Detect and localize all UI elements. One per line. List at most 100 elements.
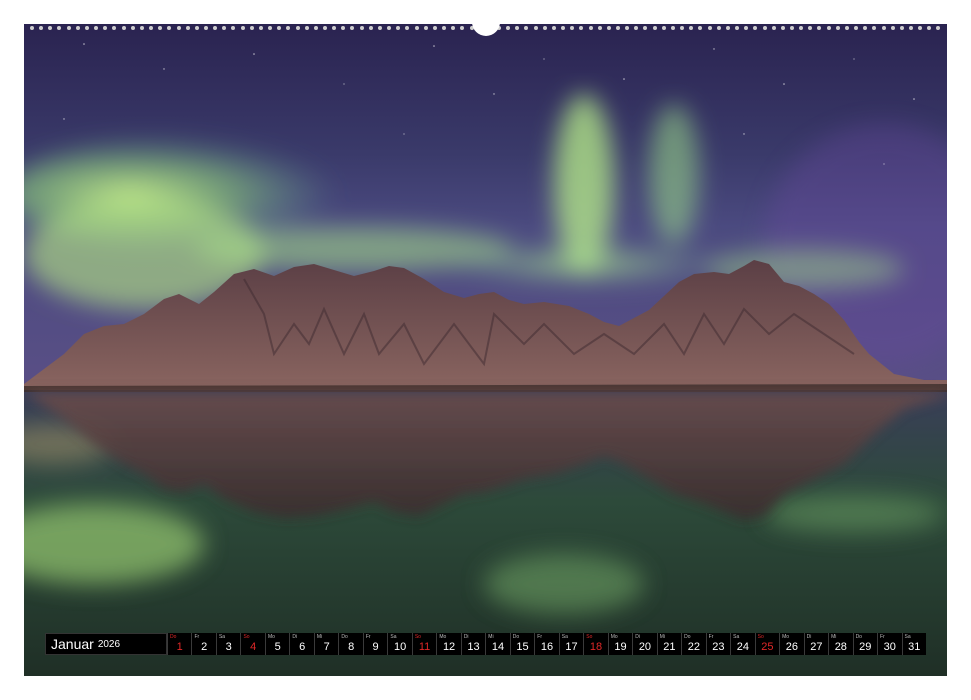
day-number: 19 [614,641,627,653]
day-number: 24 [736,641,749,653]
binding-hole [817,26,822,30]
day-number: 27 [810,641,823,653]
binding-hole [350,26,355,30]
day-cell: Mi 7 [313,633,339,655]
binding-hole [185,26,190,30]
binding-hole [881,26,886,30]
weekday-label: Mo [267,634,275,640]
binding-hole [313,26,318,30]
binding-hole [661,26,666,30]
day-number: 30 [883,641,896,653]
day-number: 2 [201,641,208,653]
weekday-label: So [586,634,593,640]
day-cell: Di 20 [632,633,657,655]
binding-hole [341,26,346,30]
binding-hole [94,26,99,30]
weekday-label: Mo [439,634,447,640]
binding-hole [323,26,327,30]
binding-hole [249,26,254,30]
day-cell: Fr 9 [362,633,388,655]
binding-hole [203,26,208,30]
binding-hole [295,26,300,30]
binding-hole [268,26,273,30]
weekday-label: Sa [733,634,740,640]
binding-hole [927,26,932,30]
binding-hole [158,26,163,30]
binding-hole [643,26,648,30]
day-number: 14 [491,641,505,653]
weekday-label: So [243,634,250,640]
binding-hole [735,26,740,30]
day-number: 7 [323,641,330,653]
day-number: 13 [467,641,480,653]
day-number: 20 [638,641,652,653]
binding-hole [368,26,373,30]
binding-hole [707,26,712,30]
day-number: 9 [372,641,379,653]
landscape-photo [24,24,947,676]
day-number: 11 [418,641,431,653]
day-cell: Fr 16 [534,633,559,655]
binding-hole [909,26,913,30]
day-number: 17 [565,641,578,653]
binding-hole [66,26,71,30]
binding-hole [231,26,236,30]
binding-hole [442,26,447,30]
day-number: 1 [176,641,183,653]
day-cell: Sa 24 [730,633,755,655]
binding-hole [570,26,575,30]
weekday-label: Sa [561,634,568,640]
day-cell: So 11 [411,633,437,655]
binding-hole [359,26,364,30]
day-number: 4 [250,641,257,653]
binding-hole [460,26,465,30]
day-cell: So 4 [240,633,265,655]
binding-hole [716,26,721,30]
day-number: 31 [908,641,921,653]
weekday-label: Di [635,634,640,640]
weekday-label: Mi [659,634,665,640]
day-cell: So 25 [754,633,780,655]
binding-hole [634,26,639,30]
day-number: 16 [540,641,554,653]
weekday-label: Do [684,634,691,640]
weekday-label: Di [806,634,812,640]
binding-hole [698,26,703,30]
binding-hole [405,26,410,30]
binding-hole [167,26,172,30]
day-number: 8 [348,641,355,653]
day-cell: Mo 5 [264,633,290,655]
day-number: 21 [663,641,676,653]
weekday-label: Fr [537,634,542,640]
day-number: 22 [687,641,701,653]
binding-hole [890,26,895,30]
binding-hole [579,26,584,30]
day-number: 26 [785,641,798,653]
day-cell: Sa 31 [901,633,927,655]
day-cell: Sa 10 [387,633,412,655]
weekday-label: Mo [782,634,790,640]
binding-hole [561,26,566,30]
binding-hole [112,26,117,30]
binding-hole [139,26,144,30]
day-cell: Mo 19 [607,633,633,655]
day-cell: Do 22 [681,633,706,655]
binding-hole [899,26,904,30]
binding-hole [799,26,804,30]
binding-hole [762,26,767,30]
binding-hole [725,26,730,30]
binding-hole [75,26,80,30]
weekday-label: Sa [390,634,397,640]
day-cell: So 18 [583,633,608,655]
day-number: 25 [761,641,774,653]
weekday-label: Mi [488,634,494,640]
binding-hole [332,26,337,30]
weekday-label: Do [170,634,177,640]
binding-hole [286,26,291,30]
weekday-label: Do [855,634,862,640]
binding-hole [854,26,859,30]
binding-hole [48,26,53,30]
binding-hole [789,26,794,30]
binding-hole [936,26,941,30]
binding-hole [506,26,511,30]
